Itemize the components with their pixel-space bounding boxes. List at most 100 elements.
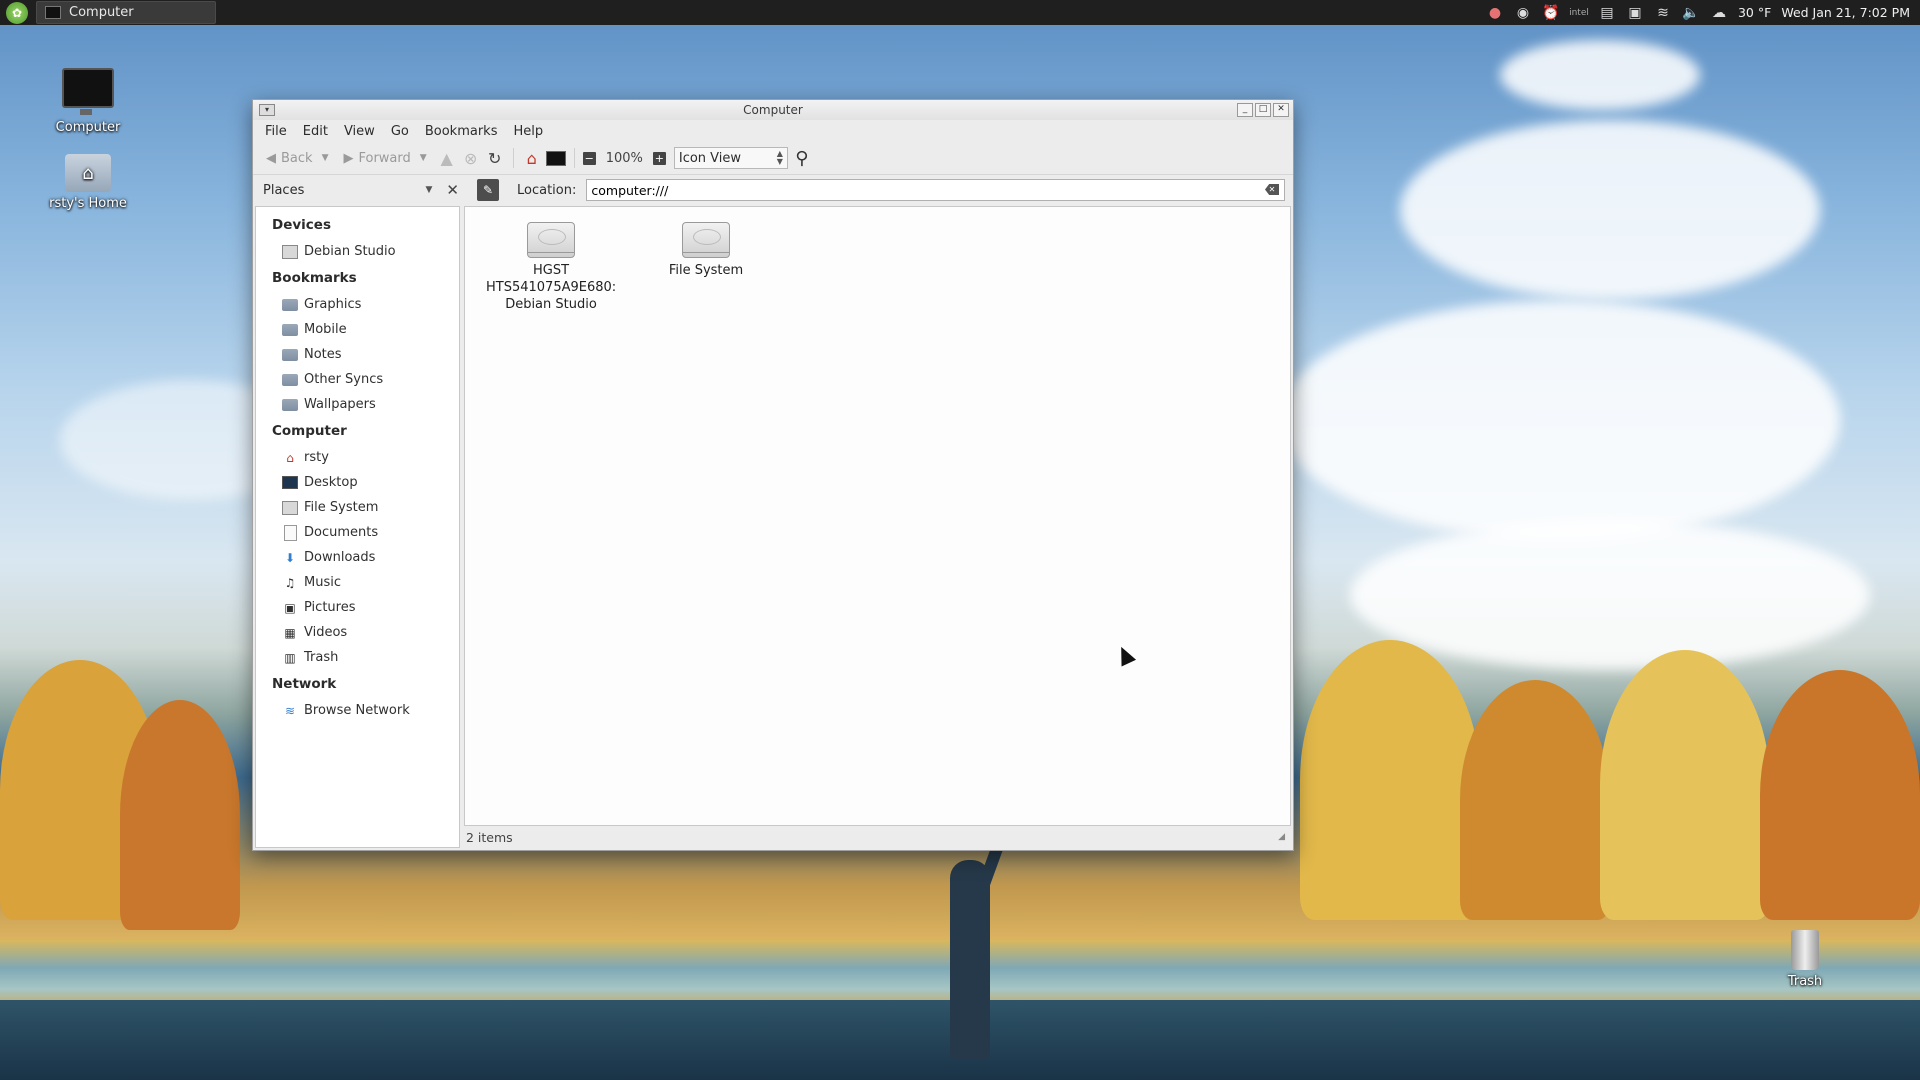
places-selector[interactable]: Places — [263, 183, 304, 198]
sidebar-section-network: Network — [272, 676, 337, 692]
close-sidebar-icon[interactable]: ✕ — [446, 181, 459, 199]
folder-icon — [282, 298, 298, 311]
sidebar-item-pictures[interactable]: ▣ Pictures — [256, 595, 459, 620]
menu-edit[interactable]: Edit — [295, 124, 336, 139]
sidebar-item-graphics[interactable]: Graphics — [256, 292, 459, 317]
edit-location-button[interactable]: ✎ — [477, 179, 499, 201]
home-icon: ⌂ — [286, 450, 294, 465]
taskbar-window-button[interactable]: Computer — [36, 1, 216, 24]
desktop-computer-icon[interactable]: Computer — [38, 68, 138, 135]
desktop-trash-icon[interactable]: Trash — [1755, 930, 1855, 989]
sidebar-item-label: Trash — [304, 650, 339, 665]
sidebar-item-other-syncs[interactable]: Other Syncs — [256, 367, 459, 392]
forward-button[interactable]: ▶ Forward — [338, 149, 415, 168]
document-icon — [282, 524, 298, 541]
computer-icon[interactable] — [545, 148, 566, 168]
sidebar-item-wallpapers[interactable]: Wallpapers — [256, 392, 459, 417]
sidebar-item-videos[interactable]: ▦ Videos — [256, 620, 459, 645]
menu-view[interactable]: View — [336, 124, 383, 139]
back-arrow-icon: ◀ — [266, 150, 276, 166]
zoom-level: 100% — [605, 150, 643, 166]
desktop-trash-label: Trash — [1787, 974, 1823, 989]
file-item-label-line2: HTS541075A9E680: — [486, 280, 617, 295]
close-button[interactable]: ✕ — [1273, 103, 1289, 117]
back-button[interactable]: ◀ Back — [261, 149, 318, 168]
app-menu-button[interactable]: ✿ — [6, 1, 28, 24]
download-icon: ⬇ — [284, 550, 296, 565]
stop-icon[interactable]: ⊗ — [461, 148, 481, 168]
search-icon[interactable]: ⚲ — [792, 148, 812, 169]
intel-graphics-icon[interactable]: intel — [1569, 4, 1589, 22]
home-icon[interactable]: ⌂ — [522, 148, 542, 168]
settings-icon[interactable]: ▣ — [1626, 4, 1644, 22]
weather-temperature[interactable]: 30 °F — [1738, 5, 1771, 20]
view-mode-select[interactable]: Icon View ▲ ▼ — [673, 147, 788, 169]
sidebar-item-mobile[interactable]: Mobile — [256, 317, 459, 342]
weather-icon[interactable]: ☁ — [1710, 4, 1728, 22]
chevron-down-icon[interactable]: ▼ — [426, 185, 433, 195]
window-body: Devices Debian Studio Bookmarks Graphics… — [253, 206, 1293, 850]
sidebar-item-trash[interactable]: ▥ Trash — [256, 645, 459, 670]
sidebar-item-documents[interactable]: Documents — [256, 520, 459, 545]
monitor-icon — [62, 68, 114, 115]
file-item-hgst-drive[interactable]: HGST HTS541075A9E680: Debian Studio — [486, 222, 616, 313]
toolbar-separator — [573, 148, 575, 168]
sidebar-item-label: Mobile — [304, 322, 347, 337]
minimize-button[interactable]: _ — [1237, 103, 1253, 117]
drive-icon — [282, 500, 298, 515]
menu-help[interactable]: Help — [505, 124, 551, 139]
menu-file[interactable]: File — [257, 124, 295, 139]
desktop-home-label: rsty's Home — [49, 196, 127, 211]
sidebar-item-label: Videos — [304, 625, 348, 640]
location-input[interactable] — [586, 179, 1285, 201]
sidebar-item-label: Pictures — [304, 600, 356, 615]
sidebar-item-label: Desktop — [304, 475, 358, 490]
window-titlebar[interactable]: ▾ Computer _ □ ✕ — [253, 100, 1293, 120]
toolbar: ◀ Back ▼ ▶ Forward ▼ ▲ ⊗ ↻ ⌂ − 100% + Ic… — [253, 142, 1293, 175]
forward-arrow-icon: ▶ — [343, 150, 354, 166]
back-history-dropdown[interactable]: ▼ — [322, 153, 329, 163]
zoom-in-icon[interactable]: + — [652, 151, 666, 165]
forward-history-dropdown[interactable]: ▼ — [420, 153, 427, 163]
menubar: File Edit View Go Bookmarks Help — [253, 120, 1293, 142]
menu-go[interactable]: Go — [383, 124, 417, 139]
sidebar-item-file-system[interactable]: File System — [256, 495, 459, 520]
desktop-home-icon[interactable]: ⌂ rsty's Home — [38, 154, 138, 211]
sidebar-item-notes[interactable]: Notes — [256, 342, 459, 367]
sidebar-item-label: Notes — [304, 347, 342, 362]
music-note-icon: ♫ — [284, 575, 296, 590]
file-item-file-system[interactable]: File System — [641, 222, 771, 279]
resize-grip-icon[interactable]: ◢ — [1278, 832, 1285, 842]
sidebar-item-label: Wallpapers — [304, 397, 376, 412]
sidebar-item-debian-studio[interactable]: Debian Studio — [256, 239, 459, 264]
spinner-arrows-icon: ▲ ▼ — [776, 149, 783, 166]
sidebar-section-bookmarks: Bookmarks — [272, 270, 357, 286]
sidebar-item-music[interactable]: ♫ Music — [256, 570, 459, 595]
pencil-icon: ✎ — [482, 183, 494, 197]
sidebar-section-devices: Devices — [272, 217, 331, 233]
sync-icon[interactable]: ◉ — [1514, 4, 1532, 22]
sidebar-item-desktop[interactable]: Desktop — [256, 470, 459, 495]
sidebar-item-downloads[interactable]: ⬇ Downloads — [256, 545, 459, 570]
clipboard-icon[interactable]: ▤ — [1598, 4, 1616, 22]
wifi-icon[interactable]: ≋ — [1654, 4, 1672, 22]
sidebar-item-browse-network[interactable]: ≋ Browse Network — [256, 698, 459, 723]
application-menu-icon: ✿ — [11, 5, 23, 20]
sidebar-item-label: Other Syncs — [304, 372, 384, 387]
menu-bookmarks[interactable]: Bookmarks — [417, 124, 506, 139]
desktop-icon — [282, 476, 298, 490]
clock[interactable]: Wed Jan 21, 7:02 PM — [1781, 5, 1910, 20]
reload-icon[interactable]: ↻ — [485, 148, 505, 168]
file-view[interactable]: HGST HTS541075A9E680: Debian Studio File… — [464, 206, 1291, 826]
alarm-clock-icon[interactable]: ⏰ — [1542, 4, 1560, 22]
film-icon: ▦ — [284, 625, 296, 640]
notification-icon[interactable]: ● — [1486, 4, 1504, 22]
maximize-button[interactable]: □ — [1255, 103, 1271, 117]
monitor-icon — [45, 6, 61, 19]
volume-icon[interactable]: 🔈 — [1682, 4, 1700, 22]
sidebar-item-rsty[interactable]: ⌂ rsty — [256, 445, 459, 470]
sidebar-item-label: Downloads — [304, 550, 376, 565]
status-bar: 2 items ◢ — [464, 826, 1291, 848]
zoom-out-icon[interactable]: − — [582, 151, 596, 165]
up-arrow-icon[interactable]: ▲ — [437, 148, 457, 168]
